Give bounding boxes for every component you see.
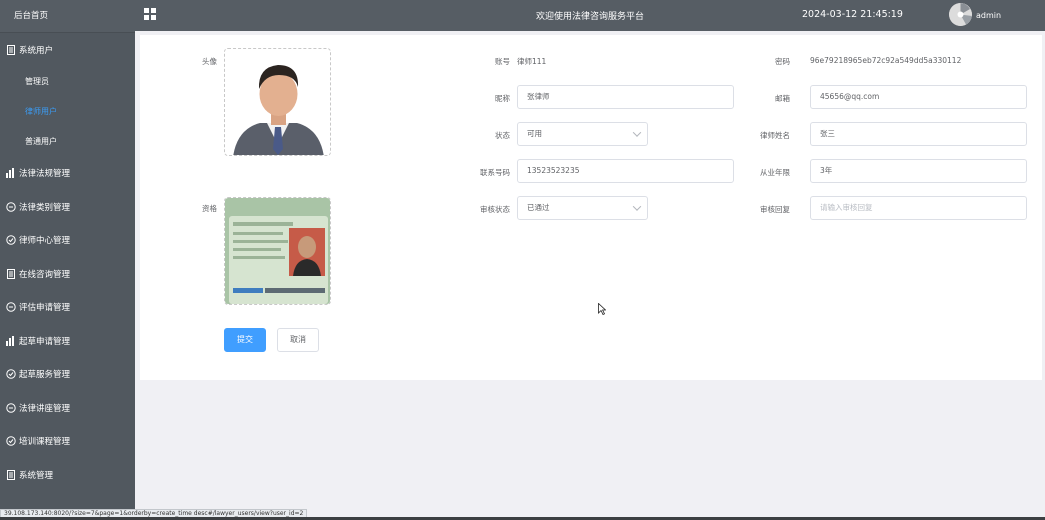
password-value: 96e79218965eb72c92a549dd5a330112 <box>810 56 962 65</box>
nickname-label: 昵称 <box>495 94 510 103</box>
document-icon <box>6 44 16 55</box>
lawyer-name-label: 律师姓名 <box>760 131 790 140</box>
top-header: 欢迎使用法律咨询服务平台 2024-03-12 21:45:19 admin <box>135 0 1045 31</box>
username[interactable]: admin <box>976 11 1001 20</box>
chat-bubble-icon <box>6 403 16 413</box>
sidebar-item-label: 在线咨询管理 <box>19 269 71 280</box>
datetime-display: 2024-03-12 21:45:19 <box>802 9 903 20</box>
review-status-select[interactable]: 已通过 <box>517 196 648 220</box>
sidebar-item-system[interactable]: 系统管理 <box>0 458 135 492</box>
years-input[interactable]: 3年 <box>810 159 1027 183</box>
sidebar: 后台首页 系统用户 管理员 律师用户 普通用户 法律法规管理 法律类别管理 律师… <box>0 0 135 520</box>
review-status-label: 审核状态 <box>480 205 510 214</box>
sidebar-home[interactable]: 后台首页 <box>0 0 135 33</box>
certificate-photo[interactable] <box>224 197 331 305</box>
lawyer-detail-form: 头像 资格 账号 律师111 密码 96e79218965eb72c92a549… <box>140 35 1042 380</box>
sidebar-item-label: 法律类别管理 <box>19 202 71 213</box>
sidebar-item-label: 系统用户 <box>19 45 54 56</box>
sidebar-item-system-users[interactable]: 系统用户 <box>0 33 135 67</box>
sidebar-item-draft-service[interactable]: 起草服务管理 <box>0 358 135 392</box>
chevron-down-icon <box>632 128 642 137</box>
sidebar-item-law-lectures[interactable]: 法律讲座管理 <box>0 391 135 425</box>
sidebar-item-lawyer-center[interactable]: 律师中心管理 <box>0 224 135 258</box>
chevron-down-icon <box>632 202 642 211</box>
sidebar-item-label: 律师中心管理 <box>19 236 71 247</box>
phone-label: 联系号码 <box>480 168 510 177</box>
check-circle-icon <box>6 436 16 446</box>
submit-button[interactable]: 提交 <box>224 328 266 352</box>
check-circle-icon <box>6 369 16 379</box>
mouse-cursor-icon <box>598 302 607 317</box>
sidebar-item-label: 评估申请管理 <box>19 303 71 314</box>
sidebar-subitem-admin[interactable]: 管理员 <box>0 67 135 97</box>
status-label: 状态 <box>495 131 510 140</box>
check-circle-icon <box>6 235 16 245</box>
avatar[interactable] <box>949 3 972 26</box>
platform-title: 欢迎使用法律咨询服务平台 <box>535 12 644 22</box>
sidebar-item-online-consult[interactable]: 在线咨询管理 <box>0 257 135 291</box>
email-input[interactable]: 45656@qq.com <box>810 85 1027 109</box>
lawyer-name-input[interactable]: 张三 <box>810 122 1027 146</box>
phone-input[interactable]: 13523523235 <box>517 159 734 183</box>
sidebar-item-laws[interactable]: 法律法规管理 <box>0 157 135 191</box>
sidebar-item-draft-apply[interactable]: 起草申请管理 <box>0 324 135 358</box>
bar-chart-icon <box>6 168 16 179</box>
account-value: 律师111 <box>517 57 547 66</box>
sidebar-item-label: 起草服务管理 <box>19 370 71 381</box>
status-select-value: 可用 <box>527 129 542 138</box>
sidebar-subitem-ordinary-users[interactable]: 普通用户 <box>0 127 135 157</box>
sidebar-item-review-apply[interactable]: 评估申请管理 <box>0 291 135 325</box>
document-icon <box>6 469 16 480</box>
app-root: 后台首页 系统用户 管理员 律师用户 普通用户 法律法规管理 法律类别管理 律师… <box>0 0 1045 520</box>
avatar-label: 头像 <box>202 57 217 66</box>
review-status-select-value: 已通过 <box>527 203 550 212</box>
chat-bubble-icon <box>6 202 16 212</box>
certificate-label: 资格 <box>202 204 217 213</box>
review-reply-label: 审核回复 <box>760 205 790 214</box>
account-label: 账号 <box>495 57 510 66</box>
email-label: 邮箱 <box>775 94 790 103</box>
nickname-input[interactable]: 张律师 <box>517 85 734 109</box>
years-label: 从业年限 <box>760 168 790 177</box>
password-label: 密码 <box>775 57 790 66</box>
sidebar-item-label: 系统管理 <box>19 470 54 481</box>
sidebar-item-law-categories[interactable]: 法律类别管理 <box>0 190 135 224</box>
bar-chart-icon <box>6 335 16 346</box>
sidebar-item-label: 法律法规管理 <box>19 169 71 180</box>
sidebar-item-training[interactable]: 培训课程管理 <box>0 425 135 459</box>
review-reply-input[interactable]: 请输入审核回复 <box>810 196 1027 220</box>
sidebar-item-label: 起草申请管理 <box>19 336 71 347</box>
chat-bubble-icon <box>6 302 16 312</box>
avatar-photo[interactable] <box>224 48 331 156</box>
document-icon <box>6 268 16 279</box>
cancel-button[interactable]: 取消 <box>277 328 319 352</box>
sidebar-item-label: 法律讲座管理 <box>19 403 71 414</box>
status-select[interactable]: 可用 <box>517 122 648 146</box>
sidebar-subitem-lawyer-users[interactable]: 律师用户 <box>0 97 135 127</box>
sidebar-item-label: 培训课程管理 <box>19 437 71 448</box>
